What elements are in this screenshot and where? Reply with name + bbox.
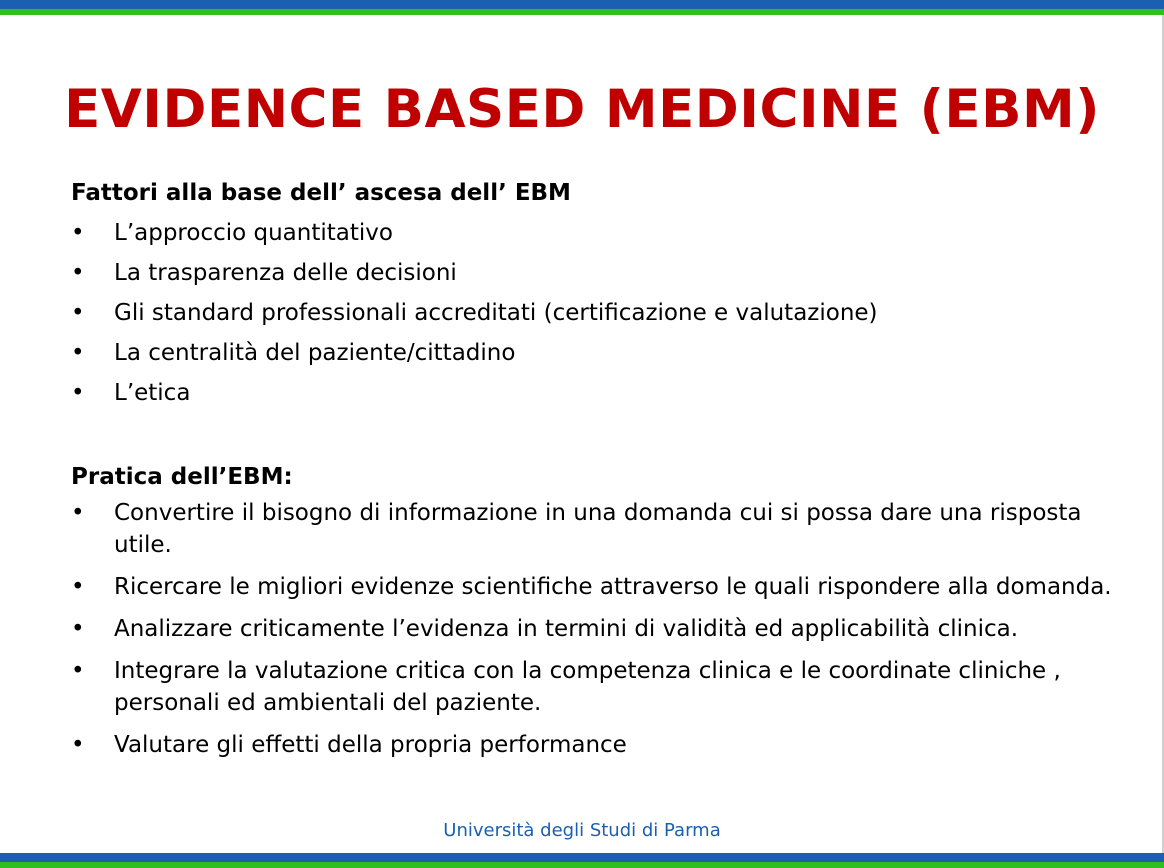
list-item-text: Analizzare criticamente l’evidenza in te…: [114, 616, 1019, 642]
list-item-text: Convertire il bisogno di informazione in…: [114, 500, 1082, 558]
bullet-icon: •: [71, 732, 85, 758]
bottom-blue-stripe: [0, 853, 1164, 862]
section-heading-practice: Pratica dell’EBM:: [71, 464, 293, 490]
slide-content: Fattori alla base dell’ ascesa dell’ EBM…: [71, 173, 1131, 761]
list-item-text: Integrare la valutazione critica con la …: [114, 658, 1061, 716]
footer-university: Università degli Studi di Parma: [443, 820, 721, 841]
list-item: • L’etica: [71, 373, 1131, 413]
top-blue-stripe: [0, 0, 1164, 9]
list-item: • L’approccio quantitativo: [71, 213, 1131, 253]
bullet-icon: •: [71, 380, 85, 406]
list-item-text: L’approccio quantitativo: [114, 220, 393, 246]
bullet-icon: •: [71, 340, 85, 366]
bottom-color-band: [0, 853, 1164, 868]
section-heading-factors: Fattori alla base dell’ ascesa dell’ EBM: [71, 180, 571, 206]
bullet-icon: •: [71, 260, 85, 286]
slide-title: EVIDENCE BASED MEDICINE (EBM): [64, 79, 1100, 140]
list-item: • Ricercare le migliori evidenze scientif…: [71, 571, 1131, 603]
list-item-text: L’etica: [114, 380, 191, 406]
top-green-stripe: [0, 9, 1164, 15]
bullet-icon: •: [71, 574, 85, 600]
list-item-text: Ricercare le migliori evidenze scientifi…: [114, 574, 1112, 600]
list-item-text: Gli standard professionali accreditati (…: [114, 300, 878, 326]
list-item-text: La trasparenza delle decisioni: [114, 260, 457, 286]
list-item: • Analizzare criticamente l’evidenza in t…: [71, 613, 1131, 645]
list-item: • Gli standard professionali accreditati …: [71, 293, 1131, 333]
bullet-icon: •: [71, 658, 85, 684]
bullet-icon: •: [71, 500, 85, 526]
bullet-icon: •: [71, 220, 85, 246]
practice-list: • Convertire il bisogno di informazione i…: [71, 497, 1131, 761]
list-item-text: La centralità del paziente/cittadino: [114, 340, 516, 366]
list-item: • Convertire il bisogno di informazione i…: [71, 497, 1131, 561]
list-item: • Integrare la valutazione critica con la…: [71, 655, 1131, 719]
bullet-icon: •: [71, 300, 85, 326]
list-item: • Valutare gli effetti della propria perf…: [71, 729, 1131, 761]
list-item-text: Valutare gli effetti della propria perfo…: [114, 732, 627, 758]
list-item: • La centralità del paziente/cittadino: [71, 333, 1131, 373]
list-item: • La trasparenza delle decisioni: [71, 253, 1131, 293]
bullet-icon: •: [71, 616, 85, 642]
bottom-green-stripe: [0, 862, 1164, 868]
factors-list: • L’approccio quantitativo • La trasparenz…: [71, 213, 1131, 413]
top-color-band: [0, 0, 1164, 15]
